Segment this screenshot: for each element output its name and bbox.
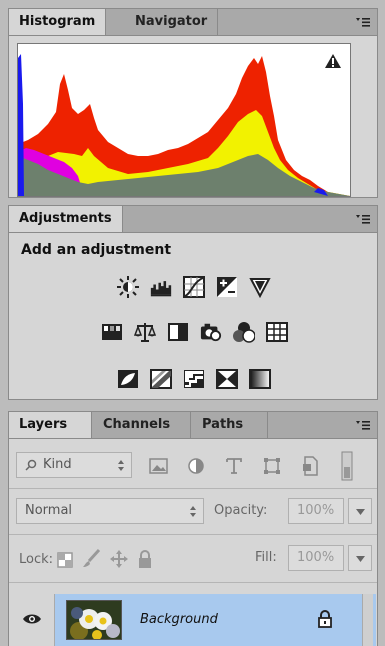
selective-color-icon[interactable] — [216, 368, 238, 390]
vibrance-icon[interactable] — [249, 276, 271, 298]
adjustment-row-2 — [9, 321, 379, 345]
fill-value: 100% — [297, 550, 335, 565]
updown-arrows-icon — [118, 460, 124, 471]
shape-layer-filter-icon[interactable] — [263, 457, 281, 475]
filter-kind-label: Kind — [43, 457, 72, 472]
posterize-icon[interactable] — [150, 368, 172, 390]
opacity-label: Opacity: — [214, 503, 268, 518]
eye-icon — [23, 614, 41, 624]
levels-icon[interactable] — [150, 276, 172, 298]
type-layer-filter-icon[interactable] — [225, 457, 243, 475]
color-balance-icon[interactable] — [133, 321, 156, 343]
lock-transparent-pixels-icon[interactable] — [57, 552, 73, 568]
warning-triangle-icon[interactable] — [324, 53, 342, 69]
tab-channels[interactable]: Channels — [93, 412, 191, 438]
filter-icons — [149, 451, 354, 481]
adjustment-layer-filter-icon[interactable] — [187, 457, 205, 475]
tab-histogram[interactable]: Histogram — [9, 9, 107, 35]
adjustments-tabbar: Adjustments — [9, 206, 377, 233]
invert-icon[interactable] — [117, 368, 139, 390]
panel-menu-icon[interactable] — [355, 212, 371, 226]
brightness-contrast-icon[interactable] — [117, 276, 139, 298]
fill-dropdown-button[interactable] — [348, 545, 372, 571]
opacity-input[interactable]: 100% — [288, 498, 344, 524]
histogram-panel: Histogram Navigator — [8, 8, 378, 198]
curves-icon[interactable] — [183, 276, 205, 298]
layer-thumbnail — [66, 600, 122, 640]
layer-lock-icon[interactable] — [318, 610, 332, 628]
histogram-svg — [18, 54, 350, 196]
adjustment-row-1 — [9, 276, 379, 300]
tab-navigator[interactable]: Navigator — [125, 9, 219, 35]
threshold-icon[interactable] — [183, 368, 205, 390]
fill-label: Fill: — [255, 550, 277, 565]
opacity-value: 100% — [297, 503, 335, 518]
histogram-tabbar: Histogram Navigator — [9, 9, 377, 36]
layers-tabbar: Layers Channels Paths — [9, 412, 377, 439]
visibility-cell[interactable] — [10, 594, 55, 646]
tab-paths[interactable]: Paths — [192, 412, 268, 438]
panel-menu-icon[interactable] — [355, 15, 371, 29]
hue-saturation-icon[interactable] — [101, 321, 123, 343]
adjustments-heading: Add an adjustment — [21, 242, 172, 258]
channel-mixer-icon[interactable] — [232, 321, 255, 343]
tab-adjustments[interactable]: Adjustments — [9, 206, 123, 232]
chevron-down-icon — [356, 509, 365, 515]
blend-row-divider — [9, 488, 377, 489]
lock-position-icon[interactable] — [109, 549, 129, 569]
adjustments-panel: Adjustments Add an adjustment — [8, 205, 378, 400]
chevron-down-icon — [356, 556, 365, 562]
fill-input[interactable]: 100% — [288, 545, 344, 571]
updown-arrows-icon — [190, 506, 196, 517]
tab-layers[interactable]: Layers — [9, 412, 92, 438]
color-lookup-icon[interactable] — [265, 321, 288, 343]
blend-mode-value: Normal — [25, 503, 73, 518]
panel-menu-icon[interactable] — [355, 418, 371, 432]
black-white-icon[interactable] — [167, 321, 189, 343]
photo-filter-icon[interactable] — [200, 321, 222, 343]
lock-image-pixels-icon[interactable] — [81, 549, 101, 569]
smart-object-filter-icon[interactable] — [301, 456, 319, 476]
lock-label: Lock: — [19, 552, 54, 567]
layers-panel: Layers Channels Paths Kind Normal Opacit… — [8, 411, 378, 646]
lock-all-icon[interactable] — [137, 549, 153, 569]
layers-list-divider — [9, 582, 377, 583]
layers-scrollbar[interactable] — [362, 594, 373, 646]
adjustment-row-3 — [9, 368, 379, 392]
filter-toggle-icon[interactable] — [341, 451, 353, 481]
lock-row-divider — [9, 534, 377, 535]
histogram-graph — [17, 43, 351, 197]
layer-row-background[interactable]: Background — [10, 594, 376, 646]
search-icon — [25, 459, 37, 471]
layer-name: Background — [140, 612, 218, 627]
opacity-dropdown-button[interactable] — [348, 498, 372, 524]
blend-mode-select[interactable]: Normal — [16, 498, 204, 524]
filter-kind-select[interactable]: Kind — [16, 452, 132, 478]
gradient-map-icon[interactable] — [249, 368, 271, 390]
pixel-layer-filter-icon[interactable] — [149, 457, 169, 475]
exposure-icon[interactable] — [216, 276, 238, 298]
